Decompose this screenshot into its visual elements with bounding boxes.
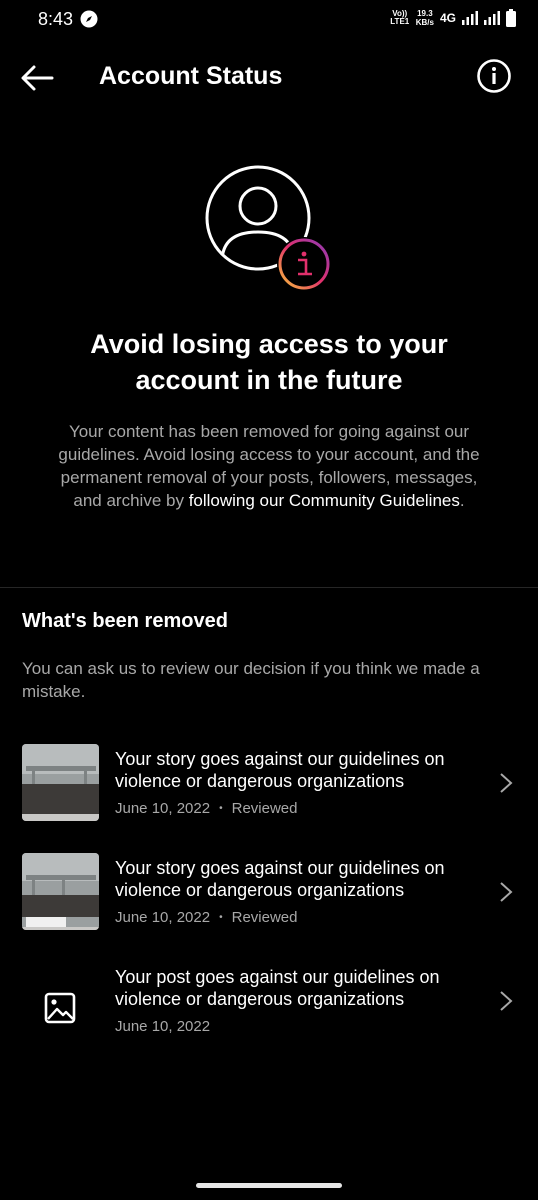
- compass-icon: [80, 10, 98, 28]
- page-title: Account Status: [99, 62, 283, 90]
- story-thumbnail: [22, 853, 99, 930]
- app-bar: Account Status: [0, 44, 538, 108]
- image-placeholder-icon: [44, 992, 76, 1024]
- battery-icon: [506, 9, 516, 27]
- chevron-right-icon: [500, 882, 513, 902]
- community-guidelines-link[interactable]: following our Community Guidelines: [189, 491, 460, 510]
- removed-item[interactable]: Your post goes against our guidelines on…: [0, 962, 538, 1054]
- status-bar: 8:43 Vo)) LTE1 19.3 KB/s 4G: [0, 0, 538, 40]
- signal-icon: [462, 11, 478, 25]
- removed-item[interactable]: Your story goes against our guidelines o…: [0, 744, 538, 836]
- status-time: 8:43: [38, 9, 74, 29]
- headline: Avoid losing access to your account in t…: [90, 329, 448, 395]
- item-text: Your post goes against our guidelines on…: [115, 967, 440, 1009]
- description: Your content has been removed for going …: [58, 422, 480, 510]
- network-speed: 19.3 KB/s: [415, 9, 434, 27]
- chevron-right-icon: [500, 773, 513, 793]
- section-note: You can ask us to review our decision if…: [22, 659, 480, 701]
- item-date: June 10, 2022: [115, 909, 211, 926]
- chevron-right-icon: [500, 991, 513, 1011]
- divider: [0, 587, 538, 588]
- item-meta: June 10, 2022 • Reviewed: [115, 909, 298, 926]
- arrow-left-icon[interactable]: [16, 56, 60, 100]
- item-date: June 10, 2022: [115, 1018, 211, 1035]
- item-text: Your story goes against our guidelines o…: [115, 858, 445, 900]
- item-text: Your story goes against our guidelines o…: [115, 749, 445, 791]
- item-meta: June 10, 2022 • Reviewed: [115, 800, 298, 817]
- story-thumbnail: [22, 744, 99, 821]
- item-date: June 10, 2022: [115, 800, 211, 817]
- removed-item[interactable]: Your story goes against our guidelines o…: [0, 853, 538, 945]
- volte-indicator: Vo)) LTE1: [390, 9, 410, 26]
- item-status: Reviewed: [231, 909, 298, 926]
- status-indicators: Vo)) LTE1 19.3 KB/s 4G: [390, 9, 516, 27]
- signal-icon: [484, 11, 500, 25]
- profile-info-icon: [205, 165, 331, 291]
- item-meta: June 10, 2022: [115, 1018, 210, 1035]
- home-indicator[interactable]: [196, 1183, 342, 1188]
- info-circle-icon[interactable]: [476, 58, 512, 94]
- section-title: What's been removed: [22, 610, 228, 632]
- network-type: 4G: [439, 11, 456, 25]
- item-status: Reviewed: [231, 800, 298, 817]
